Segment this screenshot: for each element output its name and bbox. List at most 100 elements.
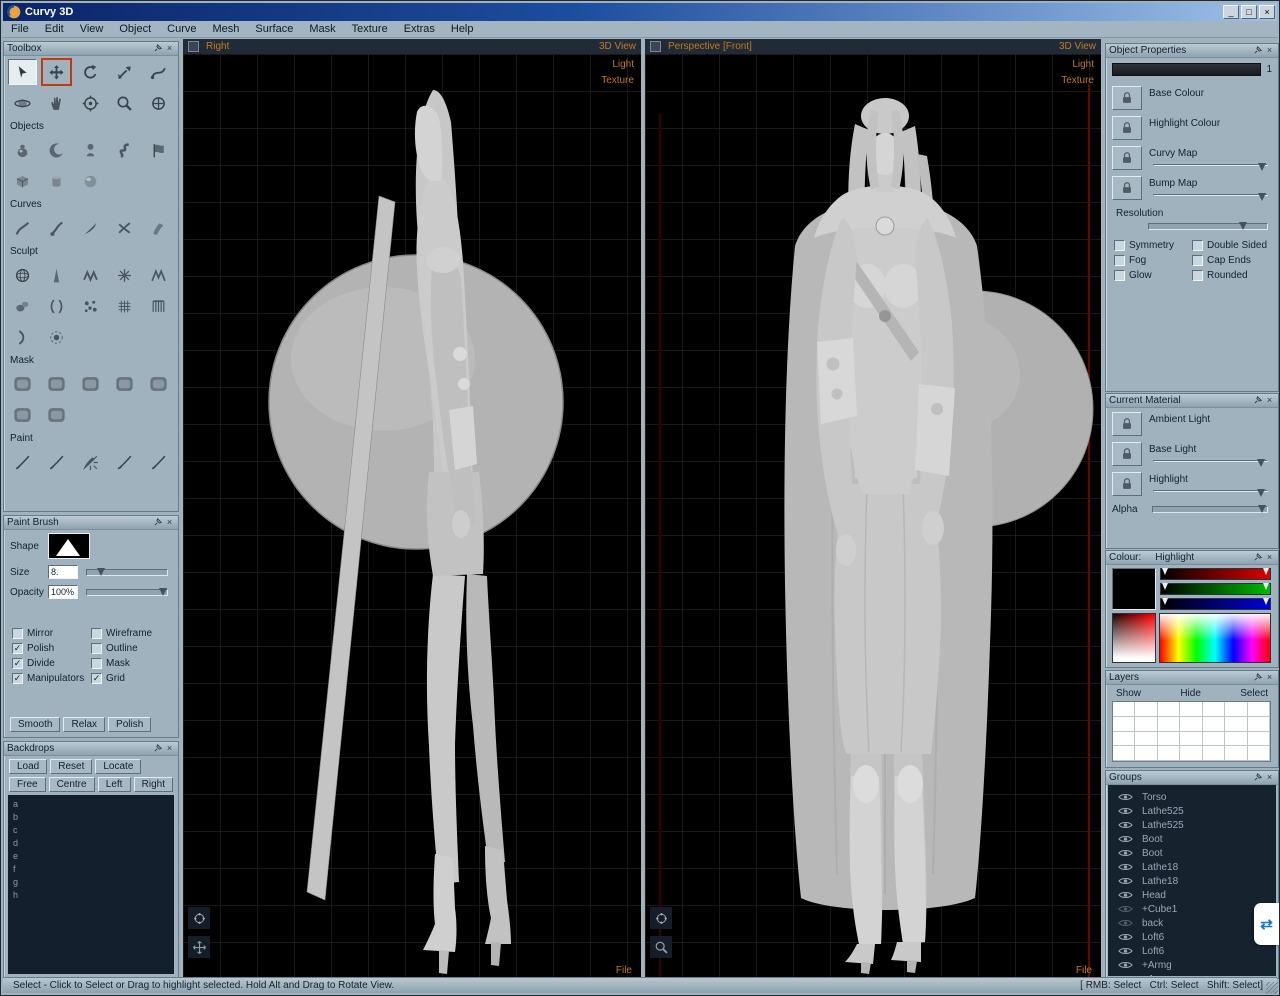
spike-icon[interactable] [42, 262, 71, 288]
layer-cell[interactable] [1225, 746, 1247, 761]
brush-shape-preview[interactable] [48, 533, 90, 559]
red-channel-slider[interactable] [1160, 568, 1271, 580]
group-name[interactable]: Lathe525 [1142, 806, 1184, 817]
backdrop-slot-a[interactable]: a [13, 798, 169, 811]
layers-col-show[interactable]: Show [1116, 688, 1141, 699]
layer-cell[interactable] [1180, 746, 1202, 761]
visibility-eye-icon[interactable] [1118, 862, 1134, 872]
file-menu-label[interactable]: File [1076, 965, 1092, 976]
menu-file[interactable]: File [3, 22, 37, 36]
panel-pin-icon[interactable] [1253, 552, 1264, 563]
crescent-icon[interactable] [42, 137, 71, 163]
paintbrush-checkbox-mask[interactable]: Mask [91, 658, 170, 669]
green-channel-slider[interactable] [1160, 583, 1271, 595]
brush-stroke-icon[interactable] [42, 449, 71, 475]
curve-cross-icon[interactable] [110, 215, 139, 241]
group-name[interactable]: Boot [1142, 848, 1163, 859]
backdrop-right-button[interactable]: Right [134, 777, 173, 792]
move-tool-icon[interactable] [42, 59, 71, 85]
pawn-icon[interactable] [76, 137, 105, 163]
layer-cell[interactable] [1113, 702, 1135, 717]
orbit-sphere-icon[interactable] [650, 907, 672, 929]
group-name[interactable]: Loft6 [1142, 932, 1164, 943]
panel-pin-icon[interactable] [1253, 395, 1264, 406]
visibility-eye-icon[interactable] [1118, 890, 1134, 900]
size-slider[interactable] [86, 569, 168, 576]
layer-cell[interactable] [1203, 702, 1225, 717]
mask-soft-icon[interactable] [8, 402, 37, 428]
panel-close-icon[interactable]: × [164, 743, 175, 754]
cylinder-icon[interactable] [42, 168, 71, 194]
curve-taper-icon[interactable] [76, 215, 105, 241]
select-arrow-icon[interactable] [8, 59, 37, 85]
visibility-eye-icon[interactable] [1118, 834, 1134, 844]
panel-pin-icon[interactable] [1253, 772, 1264, 783]
viewport-perspective-canvas[interactable]: Light Texture File [645, 54, 1101, 978]
layer-cell[interactable] [1113, 732, 1135, 747]
highlight-slider[interactable] [1153, 490, 1268, 492]
view-mode-toggle[interactable]: 3D View [599, 41, 636, 52]
panel-pin-icon[interactable] [153, 743, 164, 754]
menu-extras[interactable]: Extras [396, 22, 443, 36]
texture-toggle[interactable]: Texture [1061, 73, 1094, 89]
base-light-swatch[interactable] [1112, 442, 1142, 466]
zigzag-icon[interactable] [76, 262, 105, 288]
panel-close-icon[interactable]: × [164, 517, 175, 528]
brush-star-icon[interactable] [76, 449, 105, 475]
layer-cell[interactable] [1203, 732, 1225, 747]
visibility-eye-icon[interactable] [1118, 806, 1134, 816]
current-colour-swatch[interactable] [1112, 568, 1156, 610]
opacity-slider[interactable] [86, 589, 168, 596]
pan-move-icon[interactable] [188, 936, 210, 958]
visibility-eye-icon[interactable] [1118, 918, 1134, 928]
base-colour-swatch[interactable] [1112, 86, 1142, 110]
menu-help[interactable]: Help [443, 22, 482, 36]
backdrop-slot-f[interactable]: f [13, 863, 169, 876]
layer-cell[interactable] [1225, 702, 1247, 717]
menu-view[interactable]: View [72, 22, 112, 36]
layer-cell[interactable] [1180, 732, 1202, 747]
mask-soft-icon[interactable] [110, 371, 139, 397]
objectprop-checkbox-fog[interactable]: Fog [1114, 255, 1192, 266]
backdrop-slot-h[interactable]: h [13, 889, 169, 902]
scatter-icon[interactable] [76, 293, 105, 319]
center-crosshair-icon[interactable] [144, 90, 173, 116]
brush-stroke-icon[interactable] [144, 449, 173, 475]
paintbrush-checkbox-mirror[interactable]: Mirror [12, 628, 91, 639]
layer-cell[interactable] [1135, 717, 1157, 732]
net-icon[interactable] [110, 293, 139, 319]
objectprop-checkbox-double-sided[interactable]: Double Sided [1192, 240, 1270, 251]
panel-close-icon[interactable]: × [1264, 772, 1275, 783]
curvy-map-slider[interactable] [1153, 164, 1268, 166]
layer-cell[interactable] [1158, 746, 1180, 761]
panel-close-icon[interactable]: × [164, 43, 175, 54]
layer-cell[interactable] [1248, 746, 1270, 761]
backdrop-slot-g[interactable]: g [13, 876, 169, 889]
curvy-map-swatch[interactable] [1112, 146, 1142, 170]
bump-map-swatch[interactable] [1112, 176, 1142, 200]
layer-cell[interactable] [1135, 746, 1157, 761]
colour-target[interactable]: Highlight [1155, 552, 1253, 563]
panel-pin-icon[interactable] [1253, 672, 1264, 683]
layer-cell[interactable] [1158, 717, 1180, 732]
menu-edit[interactable]: Edit [37, 22, 72, 36]
bump-map-slider[interactable] [1153, 194, 1268, 196]
panel-close-icon[interactable]: × [1264, 395, 1275, 406]
layers-col-hide[interactable]: Hide [1180, 688, 1201, 699]
layer-cell[interactable] [1158, 732, 1180, 747]
ambient-light-swatch[interactable] [1112, 412, 1142, 436]
base-light-slider[interactable] [1153, 460, 1268, 462]
shear-tool-icon[interactable] [110, 59, 139, 85]
light-toggle[interactable]: Light [601, 57, 634, 73]
backdrop-slot-d[interactable]: d [13, 837, 169, 850]
layer-cell[interactable] [1180, 702, 1202, 717]
rotate-tool-icon[interactable] [76, 59, 105, 85]
window-resize-grip[interactable] [1266, 982, 1278, 994]
visibility-eye-icon[interactable] [1118, 904, 1134, 914]
highlight-swatch[interactable] [1112, 472, 1142, 496]
layer-cell[interactable] [1248, 717, 1270, 732]
group-name[interactable]: back [1142, 918, 1163, 929]
transform-tool-icon[interactable] [144, 59, 173, 85]
minimize-button[interactable]: _ [1223, 5, 1239, 19]
dot-icon[interactable] [42, 324, 71, 350]
